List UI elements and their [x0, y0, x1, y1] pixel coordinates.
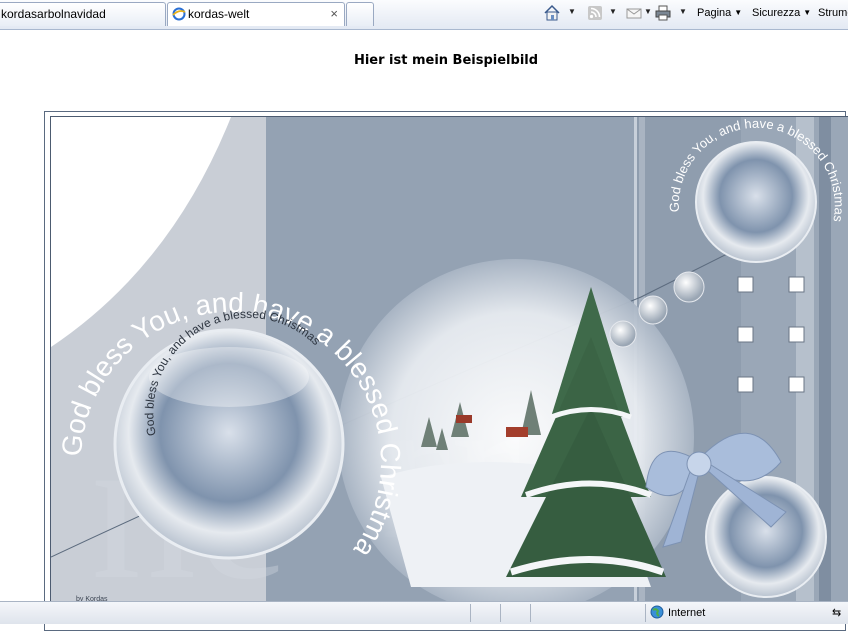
tab-label: kordas-welt	[188, 7, 250, 21]
image-frame: ne rr	[44, 111, 848, 631]
bauble-bottom-right	[705, 476, 827, 598]
print-dropdown-icon[interactable]: ▼	[679, 7, 687, 16]
tab-kordasarbolnavidad[interactable]: kordasarbolnavidad	[0, 2, 166, 26]
security-zone[interactable]: Internet	[650, 602, 705, 624]
chevron-down-icon: ▼	[734, 8, 743, 17]
christmas-card-image: ne rr	[50, 116, 848, 608]
sicurezza-menu[interactable]: Sicurezza ▼	[752, 4, 811, 24]
internet-explorer-icon	[172, 7, 186, 21]
bauble-top-right	[695, 141, 817, 263]
cabin	[506, 427, 528, 437]
christmas-card-artwork: ne rr	[51, 117, 848, 607]
feeds-dropdown-icon[interactable]: ▼	[609, 7, 617, 16]
strumenti-menu[interactable]: Strume	[818, 4, 848, 24]
mail-icon[interactable]	[625, 4, 643, 22]
bead	[638, 295, 668, 325]
feeds-icon[interactable]	[586, 4, 604, 22]
new-tab-button[interactable]	[346, 2, 374, 26]
tab-kordas-welt[interactable]: kordas-welt ×	[167, 2, 345, 26]
status-bar: Internet ⇆	[0, 601, 848, 624]
mail-dropdown-icon[interactable]: ▼	[644, 7, 652, 16]
page-title: Hier ist mein Beispielbild	[353, 53, 539, 68]
print-icon[interactable]	[654, 4, 672, 22]
tab-label: kordasarbolnavidad	[1, 7, 106, 21]
browser-toolbar: kordasarbolnavidad kordas-welt × ▼ ▼ ▼ ▼	[0, 0, 848, 30]
home-dropdown-icon[interactable]: ▼	[568, 7, 576, 16]
bead	[673, 271, 705, 303]
bead	[609, 320, 637, 348]
pagina-menu[interactable]: Pagina ▼	[697, 4, 742, 24]
home-icon[interactable]	[543, 4, 561, 22]
cabin	[456, 415, 472, 423]
protected-mode-icon[interactable]: ⇆	[832, 602, 841, 624]
chevron-down-icon: ▼	[803, 8, 812, 17]
globe-icon	[650, 605, 664, 619]
close-tab-icon[interactable]: ×	[330, 3, 338, 25]
